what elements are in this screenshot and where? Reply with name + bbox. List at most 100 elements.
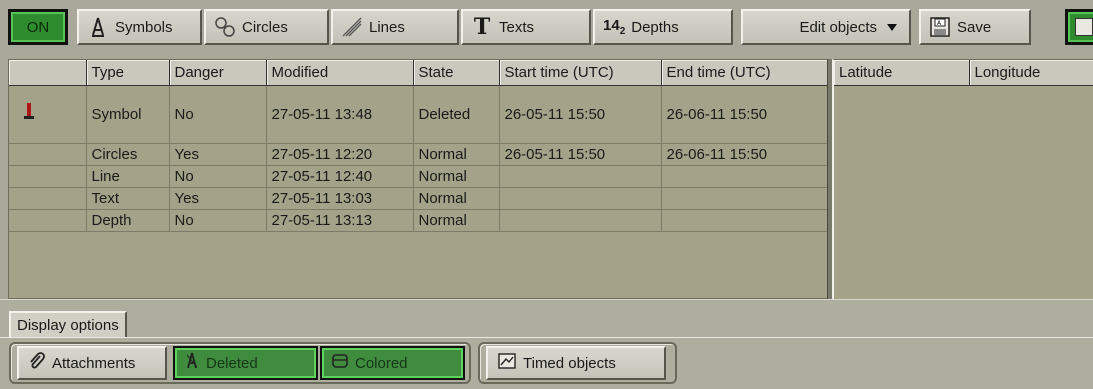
colored-label: Colored <box>355 354 408 372</box>
state-cell: Normal <box>413 187 500 210</box>
objects-table: Type Danger Modified State Start time (U… <box>9 60 828 232</box>
column-header-start-time[interactable]: Start time (UTC) <box>499 60 662 86</box>
tab-display-options-label: Display options <box>17 316 119 334</box>
circles-button[interactable]: Circles <box>204 9 329 45</box>
table-row[interactable]: Line No 27-05-11 12:40 Normal <box>9 165 828 188</box>
end-time-cell <box>661 187 828 210</box>
save-label: Save <box>957 18 992 36</box>
depth-icon-number: 14 <box>603 17 620 34</box>
depth-icon: 142 <box>603 17 625 37</box>
column-header-type[interactable]: Type <box>86 60 170 86</box>
danger-cell: No <box>169 165 267 188</box>
colored-toggle-button[interactable]: Colored <box>320 346 465 380</box>
text-t-icon: T <box>473 14 491 40</box>
chevron-down-icon <box>887 19 897 36</box>
modified-cell: 27-05-11 12:40 <box>266 165 414 188</box>
row-marker-cell <box>9 143 87 166</box>
modified-cell: 27-05-11 12:20 <box>266 143 414 166</box>
edit-objects-label: Edit objects <box>799 18 877 36</box>
end-time-cell: 26-06-11 15:50 <box>661 85 828 144</box>
start-time-cell: 26-05-11 15:50 <box>499 143 662 166</box>
lines-button[interactable]: Lines <box>331 9 459 45</box>
danger-cell: No <box>169 85 267 144</box>
table-header-row: Type Danger Modified State Start time (U… <box>9 60 828 86</box>
type-cell: Circles <box>86 143 170 166</box>
column-header-state[interactable]: State <box>413 60 500 86</box>
table-row[interactable]: Depth No 27-05-11 13:13 Normal <box>9 209 828 232</box>
row-marker-cell <box>9 209 87 232</box>
texts-button[interactable]: T Texts <box>461 9 591 45</box>
on-toggle-button[interactable]: ON <box>8 9 68 45</box>
row-marker-cell <box>9 187 87 210</box>
tab-display-options[interactable]: Display options <box>9 311 127 337</box>
column-header-end-time[interactable]: End time (UTC) <box>661 60 828 86</box>
column-header-latitude[interactable]: Latitude <box>834 60 970 86</box>
lines-icon <box>341 16 363 38</box>
state-cell: Normal <box>413 143 500 166</box>
start-time-cell: 26-05-11 15:50 <box>499 85 662 144</box>
symbol-icon <box>87 16 109 38</box>
lines-label: Lines <box>369 18 405 36</box>
danger-cell: No <box>169 209 267 232</box>
table-row[interactable]: Symbol No 27-05-11 13:48 Deleted 26-05-1… <box>9 85 828 144</box>
timed-objects-button[interactable]: Timed objects <box>486 346 666 380</box>
deleted-toggle-button[interactable]: Deleted <box>173 346 318 380</box>
start-time-cell <box>499 187 662 210</box>
start-time-cell <box>499 209 662 232</box>
row-marker-cell <box>9 165 87 188</box>
save-disk-icon: A <box>929 16 951 38</box>
state-cell: Normal <box>413 209 500 232</box>
table-view-toggle-button[interactable] <box>1065 9 1093 45</box>
column-header-longitude[interactable]: Longitude <box>969 60 1093 86</box>
circles-icon <box>214 16 236 38</box>
objects-table-panel: Type Danger Modified State Start time (U… <box>8 59 828 299</box>
texts-label: Texts <box>499 18 535 36</box>
danger-cell: Yes <box>169 143 267 166</box>
colored-icon <box>332 353 348 373</box>
timed-objects-icon <box>498 353 516 373</box>
on-label: ON <box>26 18 50 36</box>
coordinates-header-row: Latitude Longitude <box>834 60 1093 86</box>
display-options-panel: Display options Attachments Deleted Colo… <box>0 299 1093 389</box>
tab-divider <box>0 337 1093 338</box>
toolbar: ON Symbols Circles Lines T Texts 142 Dep… <box>0 0 1093 56</box>
paperclip-icon <box>29 352 45 374</box>
symbols-label: Symbols <box>115 18 173 36</box>
depths-button[interactable]: 142 Depths <box>593 9 733 45</box>
modified-cell: 27-05-11 13:13 <box>266 209 414 232</box>
symbols-button[interactable]: Symbols <box>77 9 202 45</box>
state-cell: Deleted <box>413 85 500 144</box>
coordinates-table-panel: Latitude Longitude <box>832 59 1093 299</box>
save-button[interactable]: A Save <box>919 9 1031 45</box>
attachments-label: Attachments <box>52 354 136 372</box>
circles-label: Circles <box>242 18 288 36</box>
timed-objects-label: Timed objects <box>523 354 616 372</box>
depth-icon-sub: 2 <box>619 26 626 37</box>
table-row[interactable]: Circles Yes 27-05-11 12:20 Normal 26-05-… <box>9 143 828 166</box>
end-time-cell <box>661 165 828 188</box>
type-cell: Symbol <box>86 85 170 144</box>
end-time-cell: 26-06-11 15:50 <box>661 143 828 166</box>
column-header-danger[interactable]: Danger <box>169 60 267 86</box>
attachments-button[interactable]: Attachments <box>17 346 167 380</box>
table-row[interactable]: Text Yes 27-05-11 13:03 Normal <box>9 187 828 210</box>
column-header-marker[interactable] <box>9 60 87 86</box>
end-time-cell <box>661 209 828 232</box>
edit-objects-dropdown[interactable]: Edit objects <box>741 9 911 45</box>
type-cell: Depth <box>86 209 170 232</box>
type-cell: Text <box>86 187 170 210</box>
modified-cell: 27-05-11 13:03 <box>266 187 414 210</box>
depths-label: Depths <box>631 18 679 36</box>
state-cell: Normal <box>413 165 500 188</box>
deleted-label: Deleted <box>206 354 258 372</box>
column-header-modified[interactable]: Modified <box>266 60 414 86</box>
coordinates-table: Latitude Longitude <box>834 60 1093 86</box>
grid-icon <box>1075 18 1093 36</box>
modified-cell: 27-05-11 13:48 <box>266 85 414 144</box>
deleted-symbol-icon <box>185 352 199 374</box>
type-cell: Line <box>86 165 170 188</box>
symbol-marker-icon <box>24 103 34 121</box>
danger-cell: Yes <box>169 187 267 210</box>
row-marker-cell <box>9 85 87 144</box>
start-time-cell <box>499 165 662 188</box>
